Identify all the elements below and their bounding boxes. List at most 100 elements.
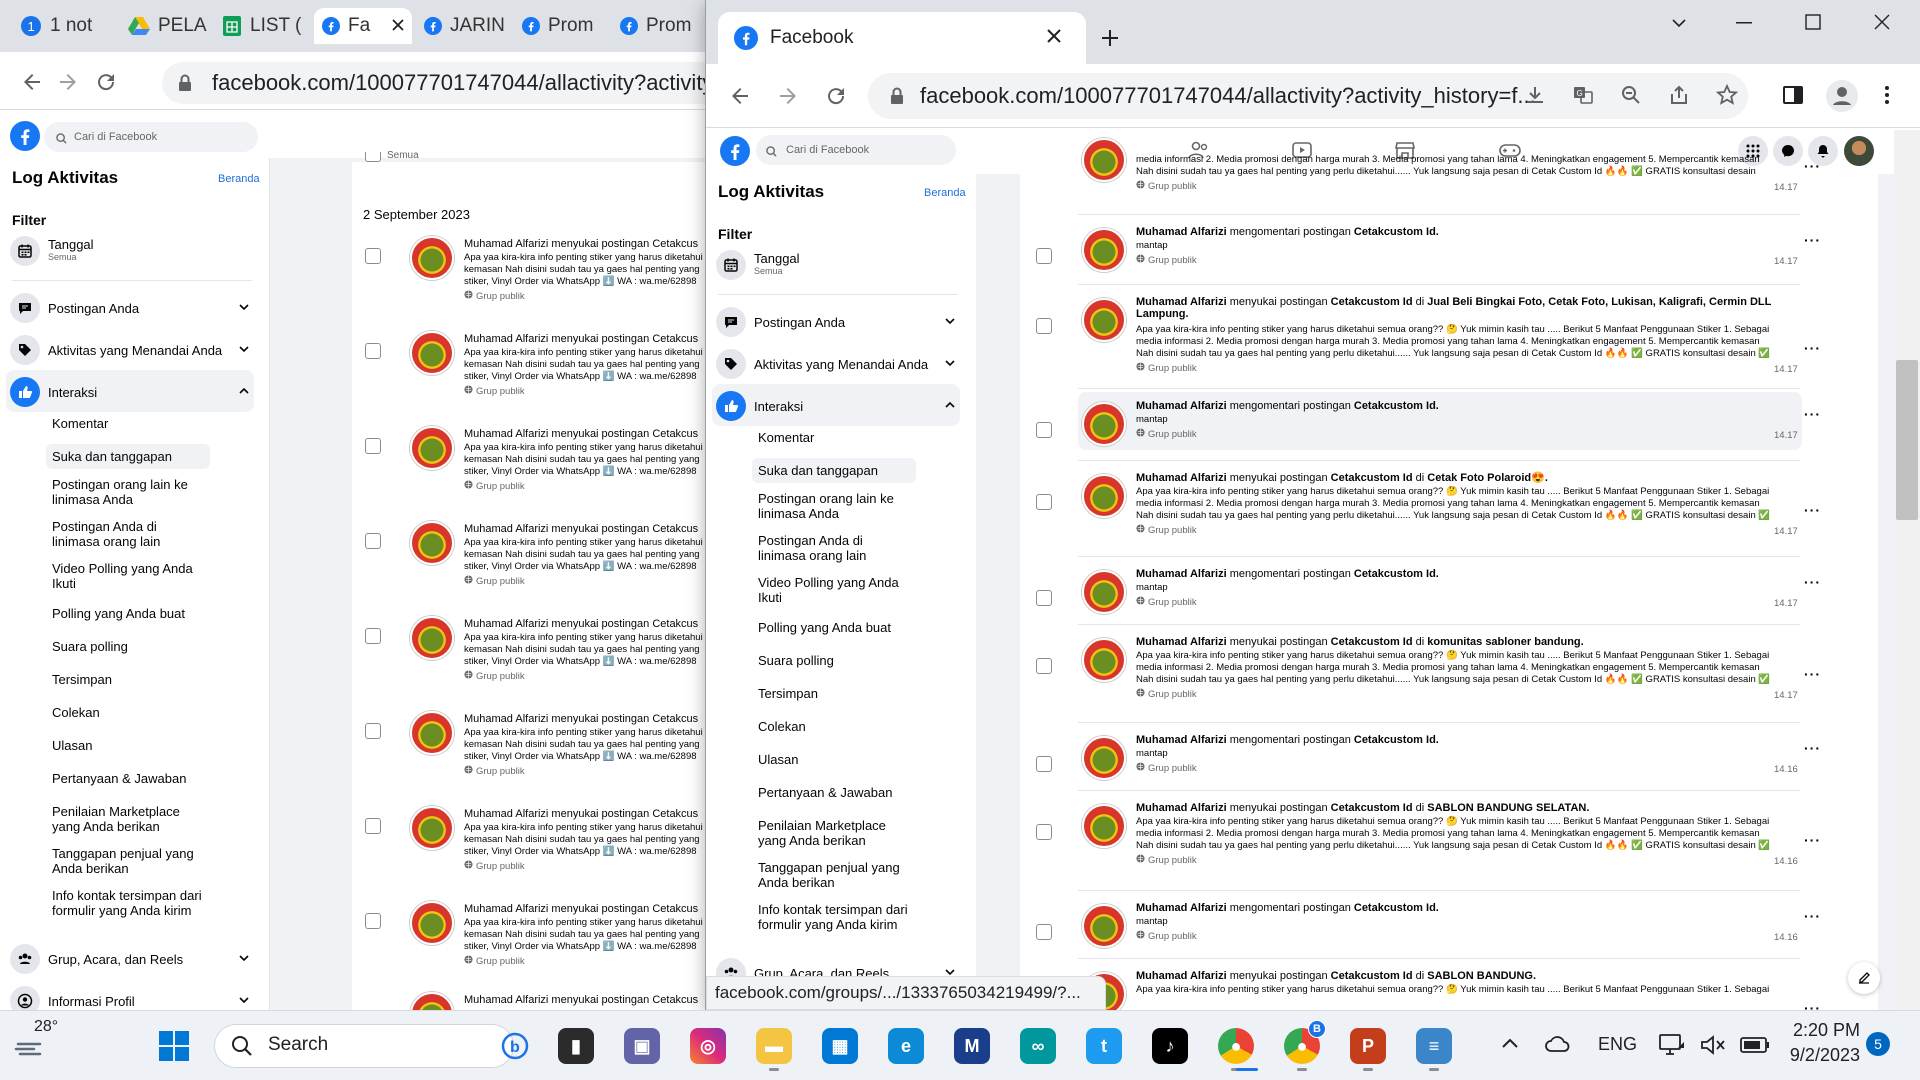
activity-row-title[interactable]: Muhamad Alfarizi menyukai postingan Ceta… xyxy=(1136,636,1776,648)
teams-icon[interactable]: ▣ xyxy=(624,1028,660,1064)
chrome-profile-icon[interactable]: ● B xyxy=(1284,1020,1326,1064)
maximize-icon[interactable] xyxy=(1805,14,1821,30)
activity-row-thumbnail[interactable] xyxy=(1082,138,1126,182)
bg-row-title[interactable]: Muhamad Alfarizi menyukai postingan Ceta… xyxy=(464,903,710,915)
target-name[interactable]: Cetakcustom Id. xyxy=(1354,568,1439,580)
bg-home-link[interactable]: Beranda xyxy=(218,173,260,185)
bg-more-section-1[interactable]: Grup, Acara, dan Reels xyxy=(10,944,250,974)
volume-muted-icon[interactable] xyxy=(1700,1034,1726,1061)
bookmark-star-icon[interactable] xyxy=(1716,84,1738,106)
more-options-icon[interactable]: ··· xyxy=(1804,340,1821,356)
battery-icon[interactable] xyxy=(1740,1036,1770,1059)
actor-name[interactable]: Muhamad Alfarizi xyxy=(1136,734,1227,746)
chevron-up-icon[interactable] xyxy=(944,399,956,414)
activity-row-checkbox[interactable] xyxy=(1036,494,1052,510)
facebook-search-input[interactable]: Cari di Facebook xyxy=(756,135,956,165)
group-name[interactable]: SABLON BANDUNG. xyxy=(1427,970,1536,982)
forward-arrow-icon[interactable] xyxy=(56,70,80,94)
more-options-icon[interactable]: ··· xyxy=(1804,232,1821,248)
bg-date-filter[interactable]: Tanggal Semua xyxy=(10,236,94,266)
bg-row-title[interactable]: Muhamad Alfarizi menyukai postingan Ceta… xyxy=(464,238,710,250)
activity-row-thumbnail[interactable] xyxy=(1082,804,1126,848)
tab-search-chevron-icon[interactable] xyxy=(1670,14,1688,32)
bg-interaction-item-8[interactable]: Tersimpan xyxy=(46,667,210,692)
activity-row-thumbnail[interactable] xyxy=(1082,298,1126,342)
notepad-icon[interactable]: ≡ xyxy=(1416,1028,1452,1064)
activity-row-checkbox[interactable] xyxy=(1036,248,1052,264)
chevron-down-icon[interactable] xyxy=(944,357,956,372)
chrome-icon[interactable]: ● xyxy=(1218,1028,1254,1064)
bg-row-checkbox[interactable] xyxy=(365,913,381,929)
activity-row-thumbnail[interactable] xyxy=(1082,228,1126,272)
section-2[interactable]: Aktivitas yang Menandai Anda xyxy=(716,349,956,379)
activity-row-thumbnail[interactable] xyxy=(1082,402,1126,446)
target-name[interactable]: Cetakcustom Id. xyxy=(1354,400,1439,412)
zoom-icon[interactable] xyxy=(1620,84,1642,106)
more-options-icon[interactable]: ··· xyxy=(1804,908,1821,924)
activity-row-thumbnail[interactable] xyxy=(1082,638,1126,682)
bing-icon[interactable]: b xyxy=(500,1030,530,1067)
chevron-up-icon[interactable] xyxy=(1500,1036,1520,1055)
bg-interaction-item-2[interactable]: Suka dan tanggapan xyxy=(46,444,210,469)
date-filter[interactable]: Tanggal Semua xyxy=(716,250,800,280)
interaction-item-4[interactable]: Postingan Anda di linimasa orang lain xyxy=(752,528,916,568)
interaction-item-14[interactable]: Info kontak tersimpan dari formulir yang… xyxy=(752,897,916,937)
interaction-item-1[interactable]: Komentar xyxy=(752,425,916,450)
store-icon[interactable]: ▦ xyxy=(822,1028,858,1064)
bg-interaction-item-9[interactable]: Colekan xyxy=(46,700,210,725)
activity-row-thumbnail[interactable] xyxy=(1082,570,1126,614)
bg-row-title[interactable]: Muhamad Alfarizi menyukai postingan Ceta… xyxy=(464,713,710,725)
bg-interaction-item-14[interactable]: Info kontak tersimpan dari formulir yang… xyxy=(46,883,210,923)
share-icon[interactable] xyxy=(1668,84,1690,106)
home-link[interactable]: Beranda xyxy=(924,187,966,199)
tab-close-icon[interactable] xyxy=(1046,28,1062,44)
target-name[interactable]: Cetakcustom Id xyxy=(1331,472,1413,484)
interaction-item-13[interactable]: Tanggapan penjual yang Anda berikan xyxy=(752,855,916,895)
more-options-icon[interactable]: ··· xyxy=(1804,1000,1821,1010)
more-options-icon[interactable]: ··· xyxy=(1804,666,1821,682)
interaction-item-3[interactable]: Postingan orang lain ke linimasa Anda xyxy=(752,486,916,526)
bg-section-1[interactable]: Postingan Anda xyxy=(10,293,250,323)
bg-row-title[interactable]: Muhamad Alfarizi menyukai postingan Ceta… xyxy=(464,523,710,535)
facebook-logo-icon[interactable] xyxy=(720,136,750,166)
bg-tab-4[interactable]: Fa xyxy=(314,8,412,44)
activity-row-title[interactable]: Muhamad Alfarizi menyukai postingan Ceta… xyxy=(1136,802,1776,814)
activity-row-checkbox[interactable] xyxy=(1036,590,1052,606)
chevron-down-icon[interactable] xyxy=(238,994,250,1009)
chevron-down-icon[interactable] xyxy=(944,315,956,330)
activity-row-title[interactable]: Muhamad Alfarizi mengomentari postingan … xyxy=(1136,902,1776,914)
bg-row-checkbox[interactable] xyxy=(365,818,381,834)
scrollbar-track[interactable] xyxy=(1894,130,1920,1010)
activity-row-checkbox[interactable] xyxy=(1036,824,1052,840)
chrome-menu-icon[interactable] xyxy=(1884,84,1890,106)
interaction-item-9[interactable]: Colekan xyxy=(752,714,916,739)
interaction-item-8[interactable]: Tersimpan xyxy=(752,681,916,706)
bg-interaction-item-1[interactable]: Komentar xyxy=(46,411,210,436)
twitter-icon[interactable]: t xyxy=(1086,1028,1122,1064)
bg-section-3[interactable]: Interaksi xyxy=(10,377,250,407)
bg-tab-3[interactable]: LIST ( xyxy=(214,8,310,44)
bg-interaction-item-11[interactable]: Pertanyaan & Jawaban xyxy=(46,766,210,791)
side-panel-icon[interactable] xyxy=(1782,84,1804,106)
activity-row-thumbnail[interactable] xyxy=(1082,474,1126,518)
interaction-item-10[interactable]: Ulasan xyxy=(752,747,916,772)
bg-row-title[interactable]: Muhamad Alfarizi menyukai postingan Ceta… xyxy=(464,333,710,345)
bg-interaction-item-5[interactable]: Video Polling yang Anda Ikuti xyxy=(46,556,210,596)
chevron-up-icon[interactable] xyxy=(238,385,250,400)
chevron-down-icon[interactable] xyxy=(238,952,250,967)
edge-icon[interactable]: e xyxy=(888,1028,924,1064)
interaction-item-7[interactable]: Suara polling xyxy=(752,648,916,673)
back-arrow-icon[interactable] xyxy=(20,70,44,94)
bg-search-input[interactable]: Cari di Facebook xyxy=(44,122,258,152)
section-3[interactable]: Interaksi xyxy=(716,391,956,421)
network-icon[interactable] xyxy=(1658,1032,1686,1063)
activity-row-thumbnail[interactable] xyxy=(1082,736,1126,780)
group-name[interactable]: SABLON BANDUNG SELATAN. xyxy=(1427,802,1589,814)
more-options-icon[interactable]: ··· xyxy=(1804,158,1821,174)
bg-tab-1[interactable]: 1 1 not xyxy=(12,8,116,44)
more-options-icon[interactable]: ··· xyxy=(1804,832,1821,848)
bg-address-bar[interactable]: facebook.com/100077701747044/allactivity… xyxy=(162,62,710,104)
bg-tab-5[interactable]: JARIN xyxy=(416,8,510,44)
activity-row-title[interactable]: Muhamad Alfarizi menyukai postingan Ceta… xyxy=(1136,296,1776,320)
file-explorer-icon[interactable]: ▮ xyxy=(558,1028,594,1064)
